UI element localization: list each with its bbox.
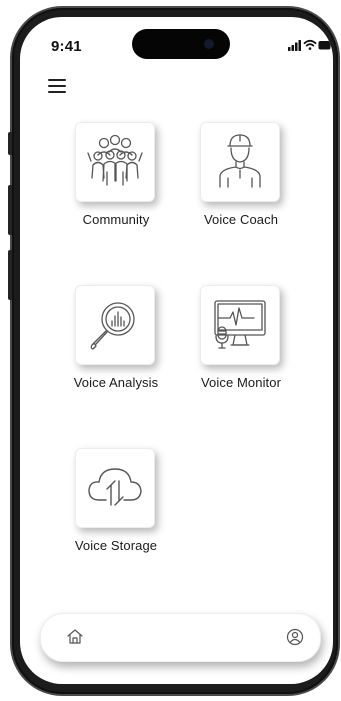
menu-line xyxy=(48,85,66,87)
bottom-navigation xyxy=(40,613,321,662)
tile-label: Voice Coach xyxy=(203,212,279,227)
tile-card xyxy=(200,285,280,365)
magnifier-chart-icon xyxy=(90,302,135,350)
status-bar: 9:41 xyxy=(20,17,333,71)
app-screen: 9:41 Community Voice Coach Voice Analysi… xyxy=(20,17,333,684)
tile-community[interactable]: Community xyxy=(56,122,176,242)
nav-home-button[interactable] xyxy=(65,627,85,647)
nav-profile-button[interactable] xyxy=(285,627,305,647)
tile-label: Voice Monitor xyxy=(200,375,282,390)
home-icon xyxy=(67,629,83,644)
status-time: 9:41 xyxy=(51,38,82,55)
battery-icon xyxy=(318,41,333,50)
profile-icon xyxy=(286,628,304,646)
cloud-sync-icon xyxy=(88,468,142,506)
monitor-microphone-icon xyxy=(214,300,266,349)
menu-button[interactable] xyxy=(48,78,68,94)
side-button xyxy=(8,185,12,235)
front-camera xyxy=(204,39,214,49)
status-icons-svg xyxy=(288,39,333,51)
dynamic-island xyxy=(132,29,230,59)
tile-card xyxy=(75,122,155,202)
tile-label: Voice Analysis xyxy=(73,375,159,390)
signal-icon xyxy=(288,40,301,51)
tile-label: Community xyxy=(82,212,150,227)
side-button xyxy=(8,250,12,300)
tile-voice-analysis[interactable]: Voice Analysis xyxy=(56,285,176,405)
tile-card xyxy=(75,448,155,528)
tile-voice-monitor[interactable]: Voice Monitor xyxy=(181,285,301,405)
hamburger-menu-icon xyxy=(48,79,66,81)
tile-card xyxy=(75,285,155,365)
tile-card xyxy=(200,122,280,202)
tile-label: Voice Storage xyxy=(74,538,158,553)
tile-voice-coach[interactable]: Voice Coach xyxy=(181,122,301,242)
side-button xyxy=(8,132,12,155)
tile-voice-storage[interactable]: Voice Storage xyxy=(56,448,176,568)
coach-person-icon xyxy=(219,134,261,188)
menu-line xyxy=(48,91,66,93)
community-group-icon xyxy=(87,134,143,186)
status-icons xyxy=(288,38,333,52)
wifi-icon xyxy=(303,39,317,50)
